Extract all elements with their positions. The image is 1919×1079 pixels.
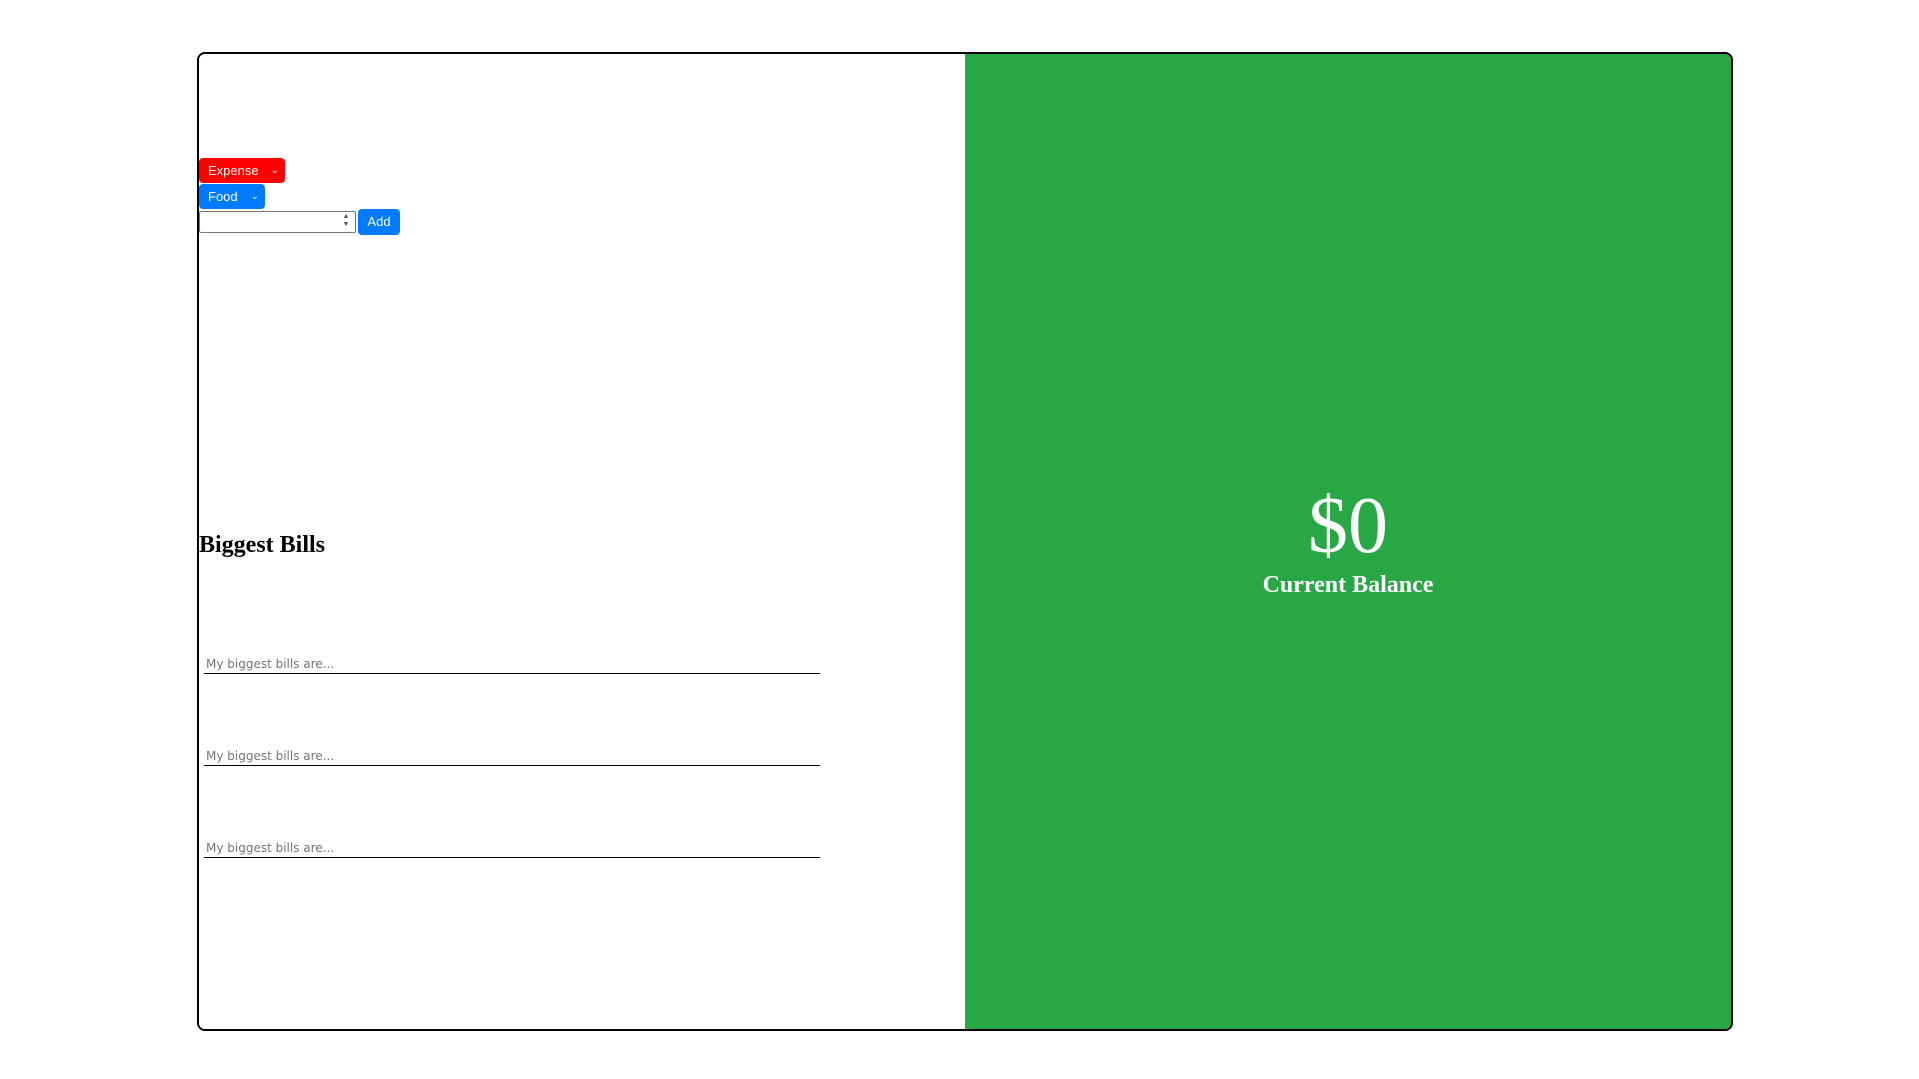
category-select[interactable]: Food ⌄ [199,184,265,209]
balance-display: $0 Current Balance [965,482,1731,600]
amount-input[interactable]: ▲ ▼ [199,211,356,233]
app-frame: Expense ⌄ Food ⌄ ▲▼ Add Biggest Bills $0… [197,52,1733,1031]
transaction-type-value: Expense [208,163,259,178]
budget-form-panel: Expense ⌄ Food ⌄ ▲ ▼ Add Biggest Bills [199,54,965,1029]
biggest-bill-input-1[interactable] [204,654,820,674]
chevron-down-icon: ⌄ [250,191,259,202]
biggest-bill-input-3[interactable] [204,838,820,858]
spinner-arrows-icon[interactable]: ▲ ▼ [339,213,353,231]
biggest-bills-heading: Biggest Bills [199,532,326,558]
biggest-bill-input-2[interactable] [204,746,820,766]
balance-amount: $0 [1308,482,1388,570]
balance-panel: $0 Current Balance [965,54,1731,1029]
category-value: Food [208,189,238,204]
add-button[interactable]: Add [358,209,400,235]
transaction-type-select[interactable]: Expense ⌄ [199,158,285,183]
balance-label: Current Balance [1262,572,1434,598]
chevron-down-icon: ⌄ [270,165,279,176]
